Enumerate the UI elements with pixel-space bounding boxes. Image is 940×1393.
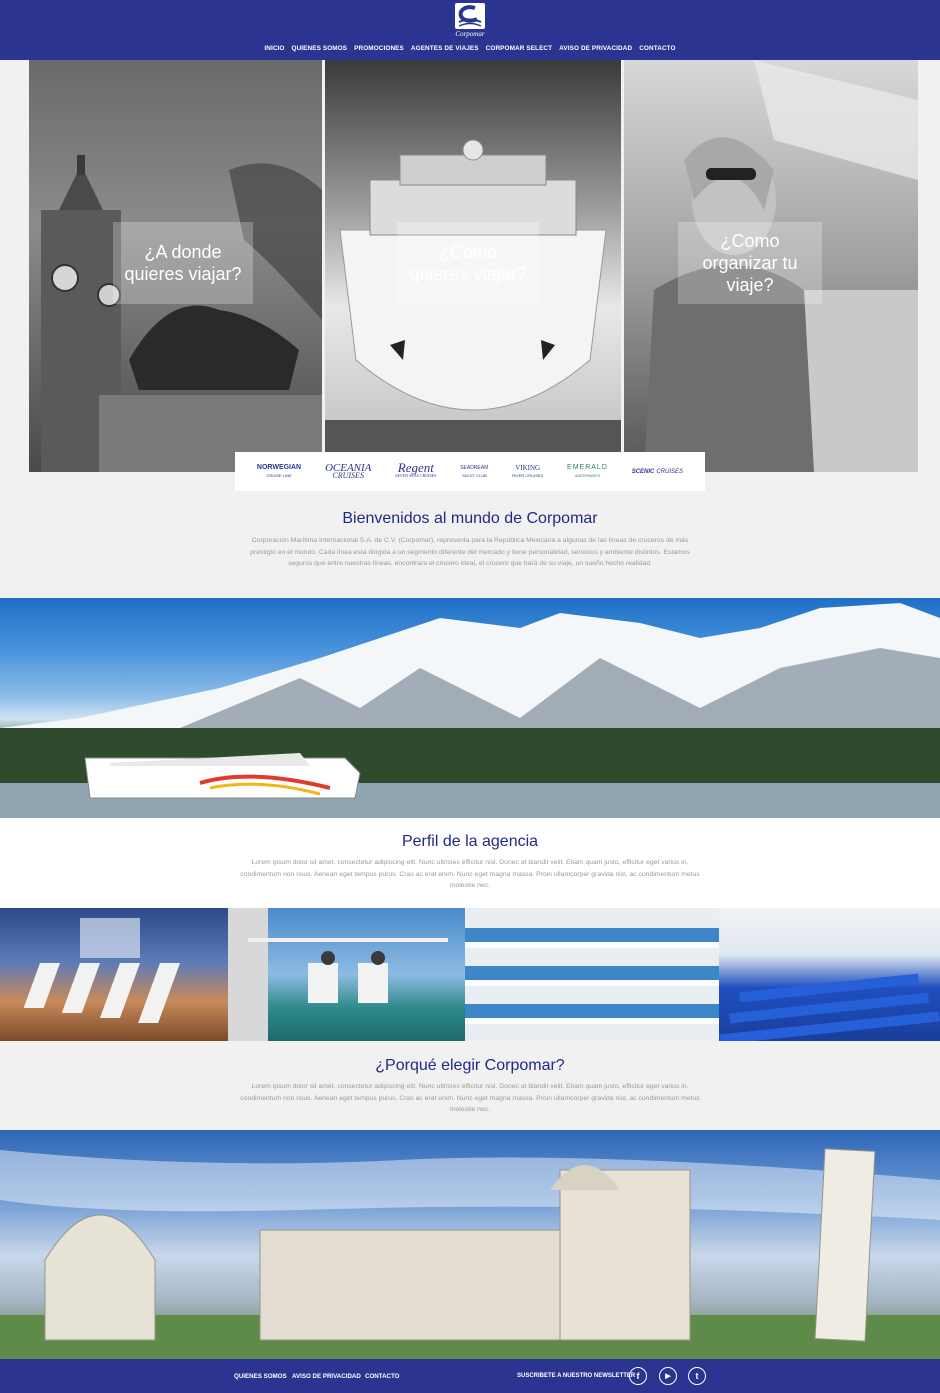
newsletter-link[interactable]: SUSCRIBETE A NUESTRO NEWSLETTER bbox=[517, 1373, 635, 1379]
brand-emerald[interactable]: EMERALD WATERWAYS bbox=[567, 464, 608, 480]
blue-loungers-image bbox=[719, 973, 940, 1041]
brand-sub: WATERWAYS bbox=[574, 472, 601, 478]
deck-loungers-image bbox=[23, 918, 180, 1023]
brand-name: EMERALD bbox=[567, 463, 608, 471]
twitter-icon[interactable]: t bbox=[688, 1367, 706, 1385]
photo-balcony[interactable] bbox=[228, 908, 465, 1041]
footer-link-quienes-somos[interactable]: QUIENES SOMOS bbox=[234, 1373, 287, 1380]
cabin-balconies-image bbox=[465, 928, 719, 1024]
brand-sub: RIVER CRUISES bbox=[512, 472, 544, 478]
hero-title-line1: ¿Como bbox=[720, 231, 780, 251]
brand-name: Regent bbox=[397, 459, 434, 475]
ship-photos-row bbox=[0, 908, 940, 1041]
footer-link-contacto[interactable]: CONTACTO bbox=[365, 1373, 400, 1380]
nav-aviso-de-privacidad[interactable]: AVISO DE PRIVACIDAD bbox=[559, 45, 632, 52]
brand-scenic[interactable]: SCENIC CRUISES bbox=[632, 468, 683, 476]
nav-quienes-somos[interactable]: QUIENES SOMOS bbox=[292, 45, 348, 52]
nav-inicio[interactable]: INICIO bbox=[264, 45, 284, 52]
site-footer: QUIENES SOMOS AVISO DE PRIVACIDAD CONTAC… bbox=[0, 1359, 940, 1393]
main-nav: INICIO QUIENES SOMOS PROMOCIONES AGENTES… bbox=[0, 45, 940, 52]
nav-corpomar-select[interactable]: CORPOMAR SELECT bbox=[486, 45, 552, 52]
welcome-title: Bienvenidos al mundo de Corpomar bbox=[342, 510, 598, 527]
pisa-banner bbox=[0, 1130, 940, 1359]
youtube-icon[interactable]: ▶ bbox=[659, 1367, 677, 1385]
brand-name: SEADREAM bbox=[460, 464, 489, 471]
nav-contacto[interactable]: CONTACTO bbox=[639, 45, 675, 52]
photo-deck-night[interactable] bbox=[0, 908, 228, 1041]
brand-sub: YACHT CLUB bbox=[461, 472, 487, 478]
nav-agentes-de-viajes[interactable]: AGENTES DE VIAJES bbox=[411, 45, 479, 52]
brand-viking[interactable]: VIKING RIVER CRUISES bbox=[512, 464, 543, 480]
porque-text: Lorem ipsum dolor sit amet, consectetur … bbox=[240, 1083, 700, 1113]
brand-name: VIKING bbox=[515, 463, 541, 472]
hero-panel-organize[interactable]: ¿Como organizar tu viaje? bbox=[624, 60, 918, 472]
hero-title-ship: ¿Como quieres viajar? bbox=[397, 222, 539, 304]
porque-title: ¿Porqué elegir Corpomar? bbox=[375, 1057, 565, 1074]
footer-link-aviso-de-privacidad[interactable]: AVISO DE PRIVACIDAD bbox=[292, 1373, 361, 1380]
logo-text: Corpomar bbox=[455, 30, 485, 38]
brand-sub: SEVEN SEAS CRUISES bbox=[395, 472, 437, 478]
brand-sub: CRUISES bbox=[656, 468, 684, 475]
hero-title-line1: ¿Como bbox=[438, 242, 498, 262]
brand-norwegian[interactable]: NORWEGIAN CRUISE LINE bbox=[257, 464, 301, 480]
hero-title-line2: organizar tu viaje? bbox=[702, 253, 798, 295]
site-header: Corpomar INICIO QUIENES SOMOS PROMOCIONE… bbox=[0, 0, 940, 60]
hero-title-line1: ¿A donde bbox=[144, 242, 222, 262]
pisa-cathedral-image bbox=[0, 1148, 940, 1359]
brand-sub: CRUISE LINE bbox=[266, 472, 292, 478]
brand-oceania[interactable]: OCEANIA CRUISES bbox=[325, 462, 371, 480]
balcony-chairs-image bbox=[228, 908, 448, 1041]
cruise-brands-strip: NORWEGIAN CRUISE LINE OCEANIA CRUISES Rege… bbox=[235, 452, 705, 491]
perfil-title: Perfil de la agencia bbox=[401, 833, 539, 850]
brand-name: SCENIC bbox=[631, 468, 655, 475]
brand-seadream[interactable]: SEADREAM YACHT CLUB bbox=[460, 464, 488, 480]
corpomar-logo[interactable]: Corpomar bbox=[451, 3, 489, 39]
alaska-cruise-banner bbox=[0, 598, 940, 818]
logo-mark-icon bbox=[455, 3, 485, 29]
hero-panel-ship[interactable]: ¿Como quieres viajar? bbox=[325, 60, 621, 472]
hero-title-destination: ¿A donde quieres viajar? bbox=[113, 222, 253, 304]
photo-cabins[interactable] bbox=[465, 908, 719, 1041]
welcome-text: Corporación Marítima Internacional S.A. … bbox=[250, 537, 690, 567]
alaska-scene-image bbox=[0, 603, 940, 818]
nav-promociones[interactable]: PROMOCIONES bbox=[354, 45, 404, 52]
facebook-icon[interactable]: f bbox=[629, 1367, 647, 1385]
brand-name: NORWEGIAN bbox=[256, 463, 302, 471]
brand-regent[interactable]: Regent SEVEN SEAS CRUISES bbox=[395, 459, 437, 480]
perfil-text: Lorem ipsum dolor sit amet, consectetur … bbox=[240, 859, 700, 889]
hero-title-organize: ¿Como organizar tu viaje? bbox=[678, 222, 822, 304]
photo-pool-loungers[interactable] bbox=[719, 908, 940, 1041]
hero-title-line2: quieres viajar? bbox=[409, 264, 527, 284]
hero-panel-destination[interactable]: ¿A donde quieres viajar? bbox=[29, 60, 322, 472]
hero-title-line2: quieres viajar? bbox=[124, 264, 242, 284]
